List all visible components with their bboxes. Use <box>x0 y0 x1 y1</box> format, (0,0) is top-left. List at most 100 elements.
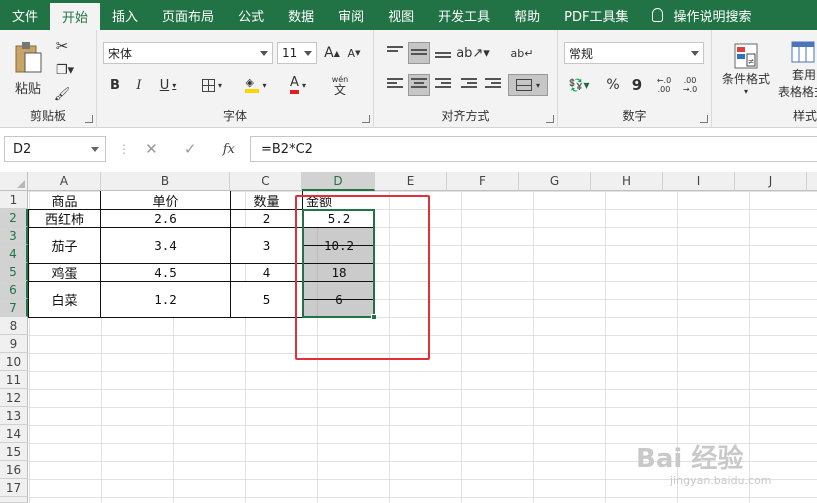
cell-b5[interactable]: 4.5 <box>101 263 230 281</box>
fill-color-button[interactable]: ◈ ▾ <box>241 74 271 96</box>
borders-button[interactable]: ▾ <box>197 74 227 96</box>
copy-button[interactable]: ❐▾ <box>52 60 78 80</box>
cut-button[interactable]: ✂ <box>52 36 72 56</box>
cell-a6[interactable]: 白菜 <box>29 281 100 317</box>
font-launcher-icon[interactable] <box>362 115 370 123</box>
middle-align-button[interactable] <box>408 42 430 64</box>
bold-button[interactable]: B <box>105 74 125 96</box>
row-header-11[interactable]: 11 <box>0 371 28 389</box>
row-header-12[interactable]: 12 <box>0 389 28 407</box>
tab-insert[interactable]: 插入 <box>100 0 150 30</box>
bottom-align-button[interactable] <box>432 42 454 64</box>
percent-style-button[interactable]: % <box>602 74 624 96</box>
column-header-c[interactable]: C <box>230 172 302 191</box>
row-header-6[interactable]: 6 <box>0 281 28 299</box>
column-header-d[interactable]: D <box>302 172 375 191</box>
underline-button[interactable]: U ▾ <box>153 74 183 96</box>
cell-b6[interactable]: 1.2 <box>101 281 230 317</box>
cancel-icon[interactable]: ✕ <box>145 140 158 158</box>
align-center-button[interactable] <box>408 74 430 96</box>
phonetic-button[interactable]: wén 文 <box>325 72 355 98</box>
column-header-b[interactable]: B <box>101 172 230 191</box>
row-header-16[interactable]: 16 <box>0 461 28 479</box>
row-header-2[interactable]: 2 <box>0 209 28 227</box>
grow-font-button[interactable]: A ▲ <box>323 42 341 64</box>
cell-a1[interactable]: 商品 <box>29 191 100 210</box>
cell-a3[interactable]: 茄子 <box>29 227 100 263</box>
conditional-formatting-button[interactable]: ≠ 条件格式 ▾ <box>718 36 774 102</box>
tab-review[interactable]: 审阅 <box>326 0 376 30</box>
format-painter-button[interactable]: 🖌 <box>52 84 72 104</box>
cell-a2[interactable]: 西红柿 <box>29 209 100 228</box>
top-align-button[interactable] <box>384 42 406 64</box>
insert-function-button[interactable]: fx <box>223 142 235 157</box>
alignment-launcher-icon[interactable] <box>546 115 554 123</box>
increase-decimal-button[interactable]: ←.0 .00 <box>652 74 676 96</box>
cell-c6[interactable]: 5 <box>231 281 302 317</box>
row-header-13[interactable]: 13 <box>0 407 28 425</box>
row-header-3[interactable]: 3 <box>0 227 28 245</box>
number-format-select[interactable]: 常规 <box>564 42 704 64</box>
tab-formulas[interactable]: 公式 <box>226 0 276 30</box>
number-launcher-icon[interactable] <box>700 115 708 123</box>
tab-file[interactable]: 文件 <box>0 0 50 30</box>
clipboard-launcher-icon[interactable] <box>85 115 93 123</box>
format-as-table-button[interactable]: 套用 表格格式 <box>776 36 817 102</box>
enter-check-icon[interactable]: ✓ <box>184 140 197 158</box>
align-right-button[interactable] <box>432 74 454 96</box>
column-header-i[interactable]: I <box>663 172 735 191</box>
tab-view[interactable]: 视图 <box>376 0 426 30</box>
orientation-button[interactable]: ab↗▾ <box>456 42 490 64</box>
row-header-17[interactable]: 17 <box>0 479 28 497</box>
tab-home[interactable]: 开始 <box>50 3 101 30</box>
cell-b3[interactable]: 3.4 <box>101 227 230 263</box>
tab-page-layout[interactable]: 页面布局 <box>150 0 226 30</box>
name-box[interactable]: D2 <box>4 136 106 162</box>
row-header-4[interactable]: 4 <box>0 245 28 263</box>
tab-developer[interactable]: 开发工具 <box>426 0 502 30</box>
row-header-9[interactable]: 9 <box>0 335 28 353</box>
row-header-1[interactable]: 1 <box>0 191 28 209</box>
row-header-10[interactable]: 10 <box>0 353 28 371</box>
cell-c5[interactable]: 4 <box>231 263 302 281</box>
cell-a5[interactable]: 鸡蛋 <box>29 263 100 282</box>
column-header-f[interactable]: F <box>447 172 519 191</box>
column-header-h[interactable]: H <box>591 172 663 191</box>
column-header-e[interactable]: E <box>375 172 447 191</box>
cell-c1[interactable]: 数量 <box>231 191 302 210</box>
column-header-g[interactable]: G <box>519 172 591 191</box>
font-color-button[interactable]: A ▾ <box>283 74 313 96</box>
row-header-18[interactable] <box>0 497 28 503</box>
tab-pdf-tools[interactable]: PDF工具集 <box>552 0 640 30</box>
tell-me-search[interactable]: 操作说明搜索 <box>640 0 763 30</box>
tab-help[interactable]: 帮助 <box>502 0 552 30</box>
increase-indent-button[interactable] <box>482 74 504 96</box>
cell-c2[interactable]: 2 <box>231 209 302 227</box>
tab-data[interactable]: 数据 <box>276 0 326 30</box>
formula-input[interactable]: =B2*C2 <box>250 136 817 162</box>
row-header-5[interactable]: 5 <box>0 263 28 281</box>
comma-style-button[interactable]: 9 <box>626 74 648 96</box>
font-size-select[interactable]: 11 <box>277 42 317 64</box>
cell-c3[interactable]: 3 <box>231 227 302 263</box>
column-header-a[interactable]: A <box>28 172 101 191</box>
select-all-button[interactable] <box>0 172 28 191</box>
column-header-j[interactable]: J <box>735 172 807 191</box>
row-header-14[interactable]: 14 <box>0 425 28 443</box>
row-header-8[interactable]: 8 <box>0 317 28 335</box>
cell-b2[interactable]: 2.6 <box>101 209 230 227</box>
merge-center-button[interactable]: ▾ <box>508 74 548 96</box>
shrink-font-button[interactable]: A ▼ <box>345 42 363 64</box>
column-header-k[interactable] <box>807 172 817 191</box>
font-name-select[interactable]: 宋体 <box>103 42 273 64</box>
decrease-decimal-button[interactable]: .00 →.0 <box>678 74 702 96</box>
row-header-15[interactable]: 15 <box>0 443 28 461</box>
accounting-format-button[interactable]: 💱▾ <box>564 74 594 96</box>
paste-button[interactable]: 粘贴 <box>10 36 46 100</box>
wrap-text-button[interactable]: ab↵ <box>510 42 534 64</box>
align-left-button[interactable] <box>384 74 406 96</box>
row-header-7[interactable]: 7 <box>0 299 28 317</box>
cell-b1[interactable]: 单价 <box>101 191 230 210</box>
decrease-indent-button[interactable] <box>458 74 480 96</box>
italic-button[interactable]: I <box>129 74 149 96</box>
